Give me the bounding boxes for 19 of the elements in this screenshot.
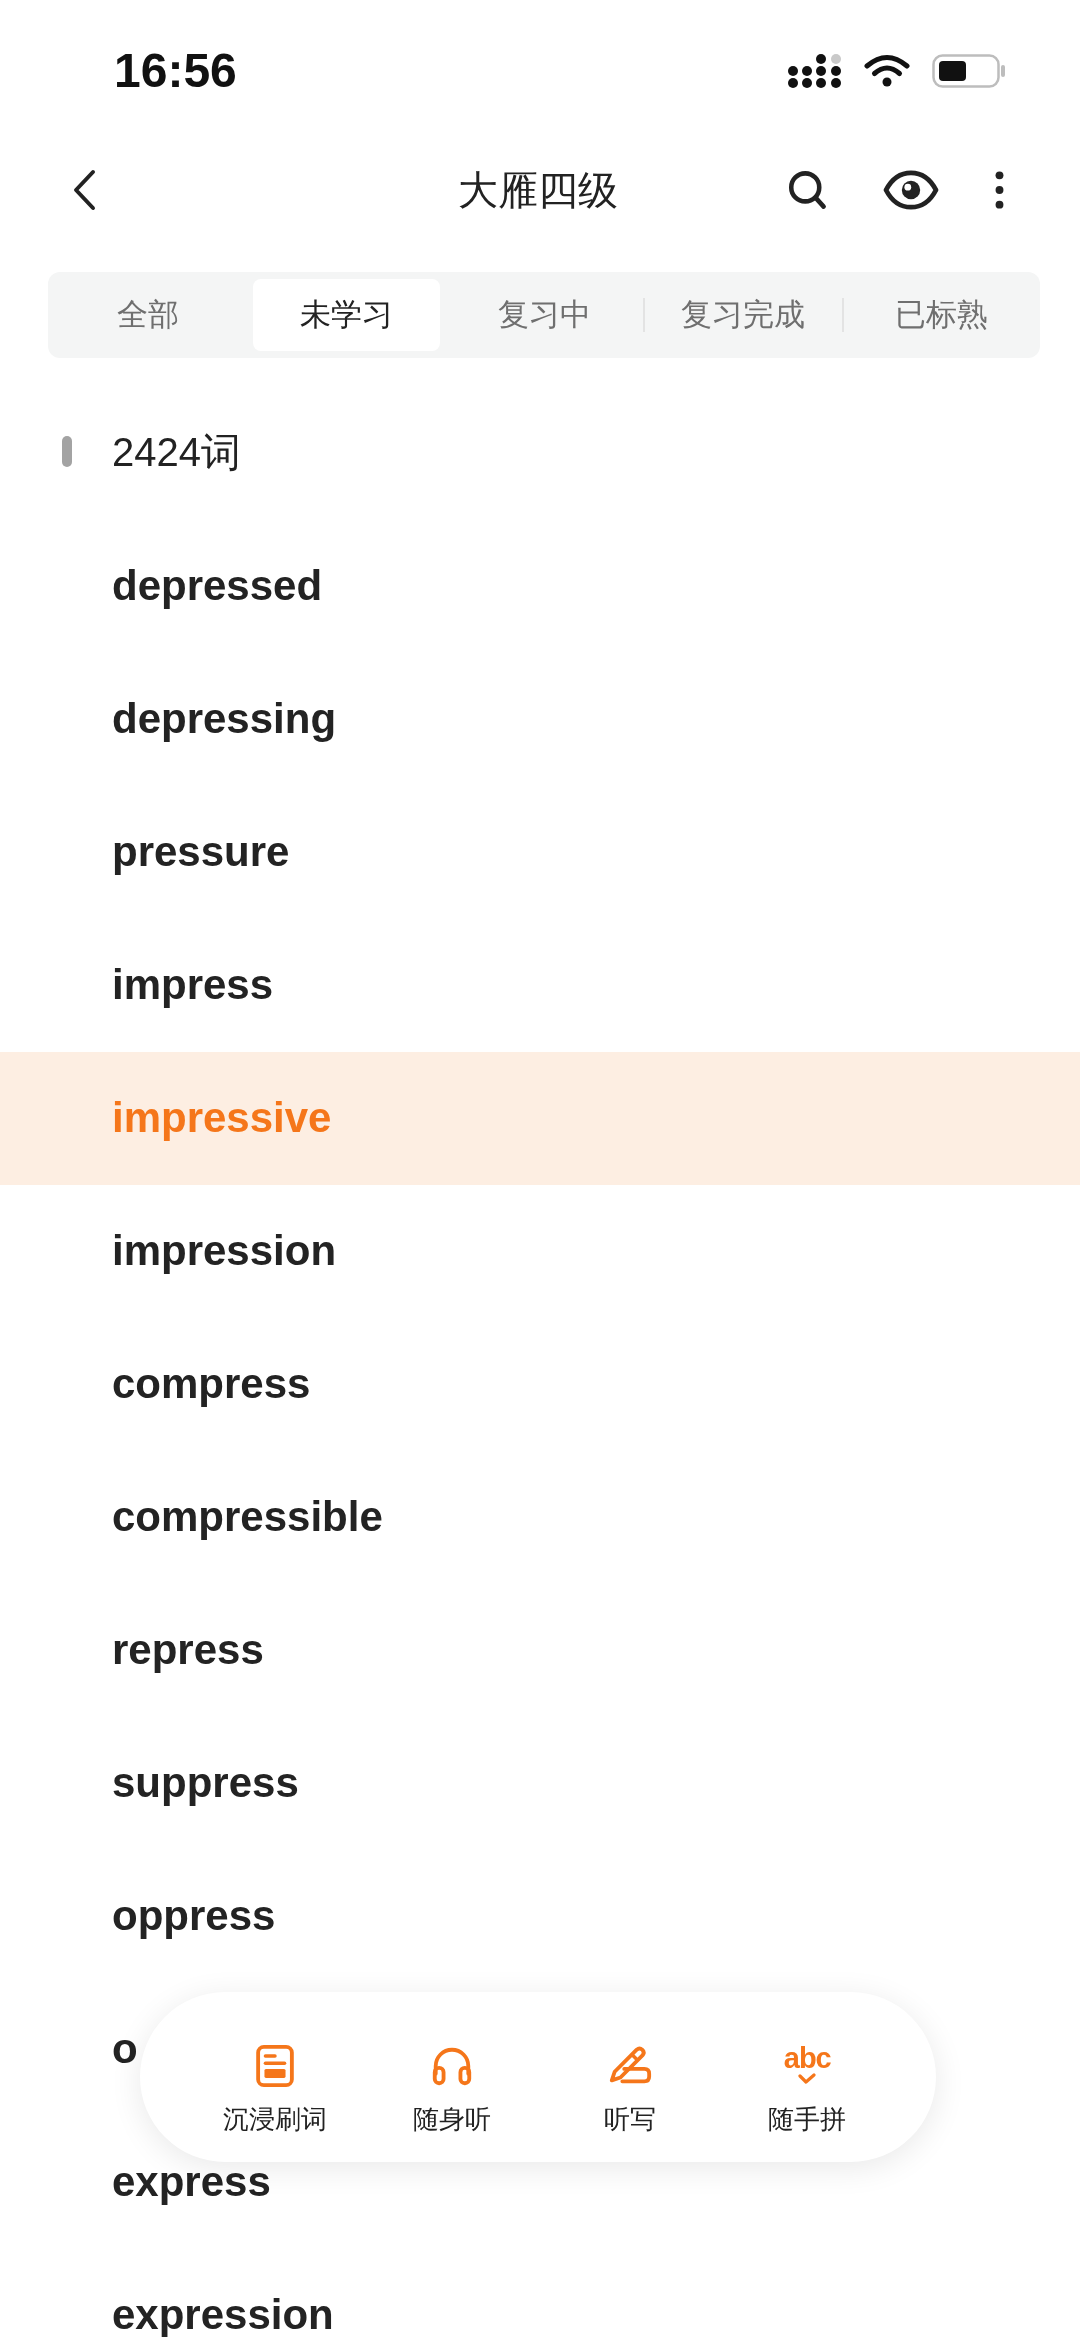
toolbar-item[interactable]: abc 随手拼 bbox=[768, 2043, 847, 2135]
filter-tab[interactable]: 复习中 bbox=[451, 279, 639, 351]
signal-icon bbox=[788, 53, 842, 89]
battery-icon bbox=[932, 54, 1006, 88]
toolbar-item[interactable]: 沉浸刷词 bbox=[222, 2043, 327, 2135]
eye-button[interactable] bbox=[883, 169, 939, 210]
wifi-icon bbox=[864, 54, 910, 88]
filter-tab[interactable]: 复习完成 bbox=[650, 279, 837, 351]
bar-marker-icon bbox=[62, 436, 72, 467]
filter-tab[interactable]: 未学习 bbox=[253, 279, 440, 351]
word-count: 2424词 bbox=[112, 429, 241, 476]
filter-tab[interactable]: 全部 bbox=[55, 279, 242, 351]
toolbar-item[interactable]: 听写 bbox=[603, 2043, 656, 2135]
word-item[interactable]: o bbox=[112, 2029, 138, 2069]
more-button[interactable] bbox=[994, 168, 1005, 211]
status-time: 16:56 bbox=[114, 47, 237, 95]
toolbar-item[interactable]: 随身听 bbox=[413, 2043, 492, 2135]
page-title: 大雁四级 bbox=[457, 166, 618, 214]
filter-tab[interactable]: 已标熟 bbox=[848, 279, 1035, 351]
